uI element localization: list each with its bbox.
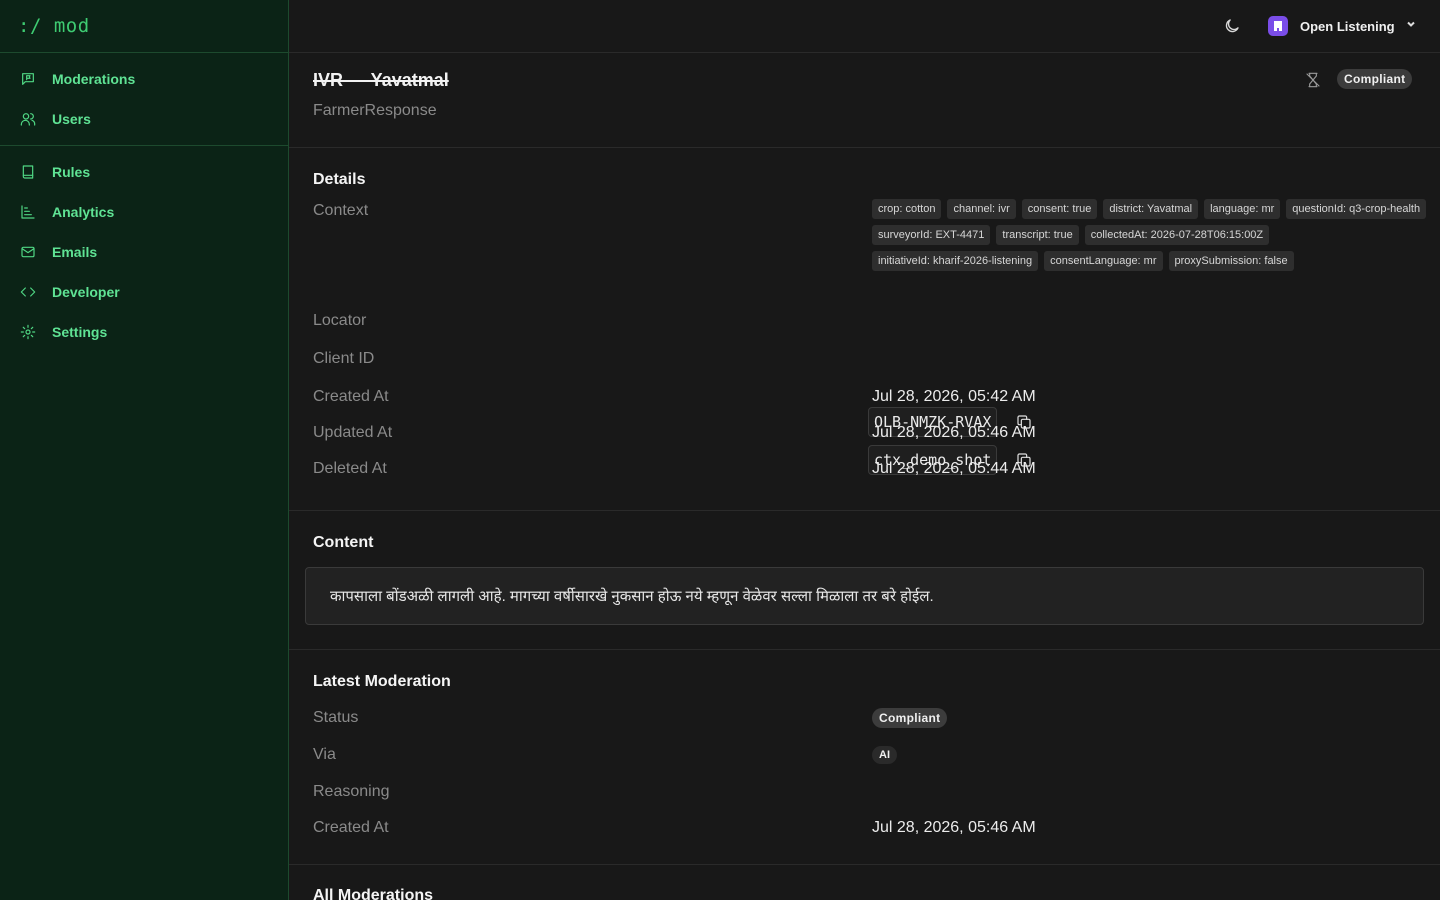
- gear-icon: [20, 324, 36, 340]
- org-avatar: [1268, 16, 1288, 36]
- sidebar-item-label: Settings: [52, 324, 108, 340]
- deleted-at-value: Jul 28, 2026, 05:44 AM: [872, 460, 1036, 477]
- logo-row: :/ mod: [0, 0, 288, 53]
- status-badge: Compliant: [872, 708, 948, 728]
- content-section: Content कापसाला बोंडअळी लागली आहे. मागच्…: [289, 511, 1440, 650]
- sidebar-item-rules[interactable]: Rules: [0, 152, 288, 192]
- created-at-label: Created At: [313, 819, 389, 836]
- book-icon: [20, 164, 36, 180]
- users-icon: [20, 111, 36, 127]
- created-at-value: Jul 28, 2026, 05:42 AM: [872, 388, 1036, 405]
- updated-at-label: Updated At: [313, 424, 393, 441]
- sidebar-item-moderations[interactable]: Moderations: [0, 59, 288, 99]
- reasoning-label: Reasoning: [313, 783, 390, 800]
- context-tag: crop: cotton: [872, 199, 942, 219]
- hourglass-off-icon[interactable]: [1305, 71, 1321, 89]
- topbar: Open Listening: [289, 0, 1440, 53]
- sidebar-item-label: Analytics: [52, 204, 115, 220]
- sidebar-item-users[interactable]: Users: [0, 99, 288, 139]
- mail-icon: [20, 244, 36, 260]
- details-section: Details Context crop: cotton channel: iv…: [289, 148, 1440, 511]
- latest-moderation-section: Latest Moderation Status Compliant Via A…: [289, 650, 1440, 865]
- context-tag: proxySubmission: false: [1168, 251, 1294, 271]
- sidebar-item-label: Moderations: [52, 71, 136, 87]
- nav-group-secondary: Rules Analytics Emails Developer Setting…: [0, 146, 288, 358]
- context-tag: collectedAt: 2026-07-28T06:15:00Z: [1084, 225, 1270, 245]
- sidebar-item-label: Emails: [52, 244, 98, 260]
- sidebar-item-analytics[interactable]: Analytics: [0, 192, 288, 232]
- sidebar-item-label: Users: [52, 111, 91, 127]
- context-tag: initiativeId: kharif-2026-listening: [872, 251, 1039, 271]
- context-tag: consentLanguage: mr: [1044, 251, 1163, 271]
- status-label: Status: [313, 709, 359, 726]
- section-title: Details: [313, 171, 366, 188]
- context-tag: questionId: q3-crop-health: [1286, 199, 1427, 219]
- context-tag: consent: true: [1021, 199, 1098, 219]
- locator-label: Locator: [313, 312, 367, 329]
- content-text: कापसाला बोंडअळी लागली आहे. मागच्या वर्षी…: [305, 567, 1424, 625]
- logo[interactable]: :/ mod: [18, 15, 90, 37]
- sidebar-item-emails[interactable]: Emails: [0, 232, 288, 272]
- via-label: Via: [313, 746, 336, 763]
- org-switcher[interactable]: Open Listening: [1268, 15, 1417, 37]
- all-moderations-section: All Moderations: [289, 865, 1440, 900]
- deleted-at-label: Deleted At: [313, 460, 387, 477]
- created-at-label: Created At: [313, 388, 389, 405]
- context-tags: crop: cotton channel: ivr consent: true …: [872, 199, 1432, 271]
- sidebar: :/ mod Moderations Users Rules Analytics…: [0, 0, 289, 900]
- client-id-label: Client ID: [313, 350, 375, 367]
- nav-group-primary: Moderations Users: [0, 53, 288, 146]
- context-tag: district: Yavatmal: [1103, 199, 1199, 219]
- sidebar-item-label: Developer: [52, 284, 120, 300]
- context-tag: language: mr: [1204, 199, 1281, 219]
- chart-icon: [20, 204, 36, 220]
- context-tag: channel: ivr: [947, 199, 1016, 219]
- context-tag: transcript: true: [996, 225, 1079, 245]
- sidebar-item-settings[interactable]: Settings: [0, 312, 288, 352]
- section-title: Latest Moderation: [313, 673, 451, 690]
- updated-at-value: Jul 28, 2026, 05:46 AM: [872, 424, 1036, 441]
- created-at-value: Jul 28, 2026, 05:46 AM: [872, 819, 1036, 836]
- page-title: IVR — Yavatmal: [313, 70, 449, 90]
- code-icon: [20, 284, 36, 300]
- message-square-flag-icon: [20, 71, 36, 87]
- via-badge: AI: [872, 746, 897, 764]
- org-name: Open Listening: [1300, 18, 1395, 34]
- building-icon: [1274, 21, 1282, 31]
- sidebar-item-developer[interactable]: Developer: [0, 272, 288, 312]
- context-label: Context: [313, 202, 369, 219]
- section-title: Content: [313, 534, 374, 551]
- record-header: IVR — Yavatmal FarmerResponse Compliant: [289, 53, 1440, 148]
- status-badge: Compliant: [1337, 69, 1413, 89]
- context-tag: surveyorId: EXT-4471: [872, 225, 991, 245]
- record-type: FarmerResponse: [313, 102, 437, 119]
- sidebar-item-label: Rules: [52, 164, 91, 180]
- chevron-down-icon: [1405, 17, 1417, 35]
- section-title: All Moderations: [313, 887, 434, 900]
- main-content: IVR — Yavatmal FarmerResponse Compliant …: [289, 53, 1440, 900]
- moon-icon[interactable]: [1223, 17, 1241, 35]
